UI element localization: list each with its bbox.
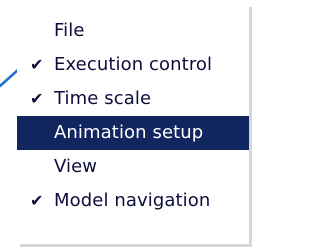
checkmark-icon: ✔ <box>30 89 44 108</box>
screenshot-canvas: File ✔ Execution control ✔ Time scale An… <box>0 0 258 249</box>
menu-item-execution-control[interactable]: ✔ Execution control <box>17 48 249 82</box>
menu-item-model-navigation[interactable]: ✔ Model navigation <box>17 184 249 218</box>
checkmark-icon: ✔ <box>30 191 44 210</box>
menu-item-label: View <box>54 156 98 177</box>
menu-item-animation-setup[interactable]: Animation setup <box>17 116 249 150</box>
context-menu: File ✔ Execution control ✔ Time scale An… <box>17 4 249 244</box>
menu-item-label: Model navigation <box>54 190 211 211</box>
menu-item-file[interactable]: File <box>17 14 249 48</box>
menu-item-label: Animation setup <box>54 122 204 143</box>
menu-item-label: Execution control <box>54 54 213 75</box>
checkmark-icon: ✔ <box>30 55 44 74</box>
menu-item-label: Time scale <box>54 88 152 109</box>
menu-item-time-scale[interactable]: ✔ Time scale <box>17 82 249 116</box>
menu-item-label: File <box>54 20 85 41</box>
menu-item-view[interactable]: View <box>17 150 249 184</box>
menu-list: File ✔ Execution control ✔ Time scale An… <box>17 4 249 218</box>
